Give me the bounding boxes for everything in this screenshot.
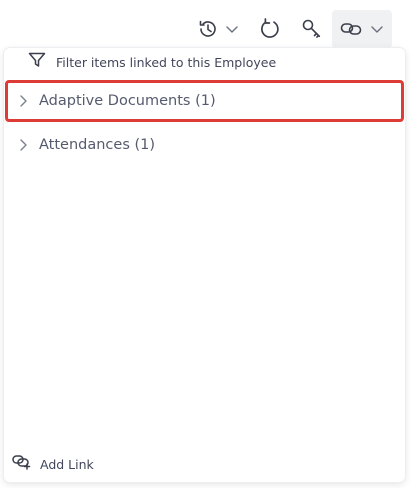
history-icon	[197, 18, 219, 40]
chevron-right-icon	[8, 94, 38, 108]
link-icon	[340, 21, 362, 37]
record-toolbar	[0, 0, 410, 50]
key-icon	[301, 18, 323, 40]
chevron-down-icon	[225, 24, 239, 34]
group-label: Attendances (1)	[39, 137, 156, 153]
add-link-icon	[12, 454, 32, 474]
linked-items-dropdown: Filter items linked to this Employee Ada…	[4, 48, 405, 482]
filter-linked-items[interactable]: Filter items linked to this Employee	[28, 52, 277, 72]
chevron-down-icon	[370, 24, 384, 34]
refresh-icon	[259, 17, 281, 41]
refresh-button[interactable]	[254, 14, 286, 44]
add-link-label: Add Link	[40, 456, 94, 472]
filter-label: Filter items linked to this Employee	[56, 54, 277, 70]
linked-items-button[interactable]	[332, 10, 392, 48]
group-adaptive-documents[interactable]: Adaptive Documents (1)	[6, 82, 404, 120]
add-link-button[interactable]: Add Link	[12, 454, 94, 474]
chevron-right-icon	[8, 138, 38, 152]
group-label: Adaptive Documents (1)	[39, 93, 216, 109]
key-button[interactable]	[296, 14, 328, 44]
filter-icon	[28, 52, 46, 72]
group-attendances[interactable]: Attendances (1)	[6, 126, 404, 164]
history-button[interactable]	[194, 14, 242, 44]
